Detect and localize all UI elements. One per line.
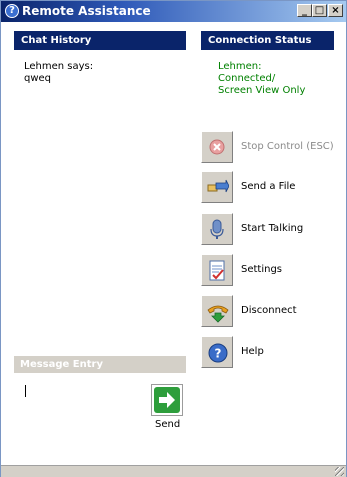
send-file-icon — [207, 179, 229, 193]
settings-label: Settings — [241, 264, 283, 275]
connection-status-header: Connection Status — [201, 31, 334, 50]
chat-sender-line: Lehmen says: — [24, 61, 94, 72]
microphone-icon — [210, 219, 224, 239]
disconnect-button[interactable] — [201, 295, 233, 327]
start-talking-action: Start Talking — [201, 213, 341, 245]
minimize-button[interactable]: _ — [297, 4, 312, 17]
disconnect-label: Disconnect — [241, 305, 297, 316]
settings-icon — [209, 260, 225, 281]
chat-message: qweq — [24, 73, 52, 84]
close-button[interactable]: × — [328, 4, 343, 17]
help-circle-icon: ? — [5, 4, 19, 18]
help-icon: ? — [208, 343, 228, 363]
connection-status-line: Connected/ — [218, 73, 276, 84]
disconnect-phone-icon — [207, 305, 229, 323]
connection-status-line: Lehmen: — [218, 61, 262, 72]
settings-action: Settings — [201, 254, 341, 286]
start-talking-label: Start Talking — [241, 223, 304, 234]
help-button[interactable]: ? — [201, 336, 233, 368]
send-label: Send — [155, 419, 181, 430]
stop-icon — [209, 139, 225, 155]
message-entry-header: Message Entry — [14, 356, 186, 373]
text-caret — [25, 385, 26, 397]
chat-history-header: Chat History — [14, 31, 186, 50]
stop-control-button[interactable] — [201, 131, 233, 163]
send-file-action: Send a File — [201, 171, 341, 203]
settings-button[interactable] — [201, 254, 233, 286]
help-label: Help — [241, 346, 264, 357]
message-entry-input[interactable] — [21, 379, 141, 429]
stop-control-action: Stop Control (ESC) — [201, 131, 341, 163]
window-title: Remote Assistance — [22, 4, 151, 18]
send-file-button[interactable] — [201, 171, 233, 203]
stop-control-label: Stop Control (ESC) — [241, 141, 334, 152]
disconnect-action: Disconnect — [201, 295, 341, 327]
help-action: ? Help — [201, 336, 341, 368]
send-file-label: Send a File — [241, 181, 296, 192]
send-button[interactable] — [151, 384, 183, 416]
remote-assistance-window: ? Remote Assistance _ □ × Chat History L… — [0, 0, 347, 477]
start-talking-button[interactable] — [201, 213, 233, 245]
title-bar[interactable]: ? Remote Assistance _ □ × — [1, 1, 346, 22]
svg-text:?: ? — [215, 347, 222, 361]
resize-grip[interactable] — [335, 467, 344, 476]
maximize-button[interactable]: □ — [312, 4, 327, 17]
arrow-right-icon — [154, 387, 180, 413]
status-bar — [1, 465, 346, 477]
connection-status-line: Screen View Only — [218, 85, 306, 96]
